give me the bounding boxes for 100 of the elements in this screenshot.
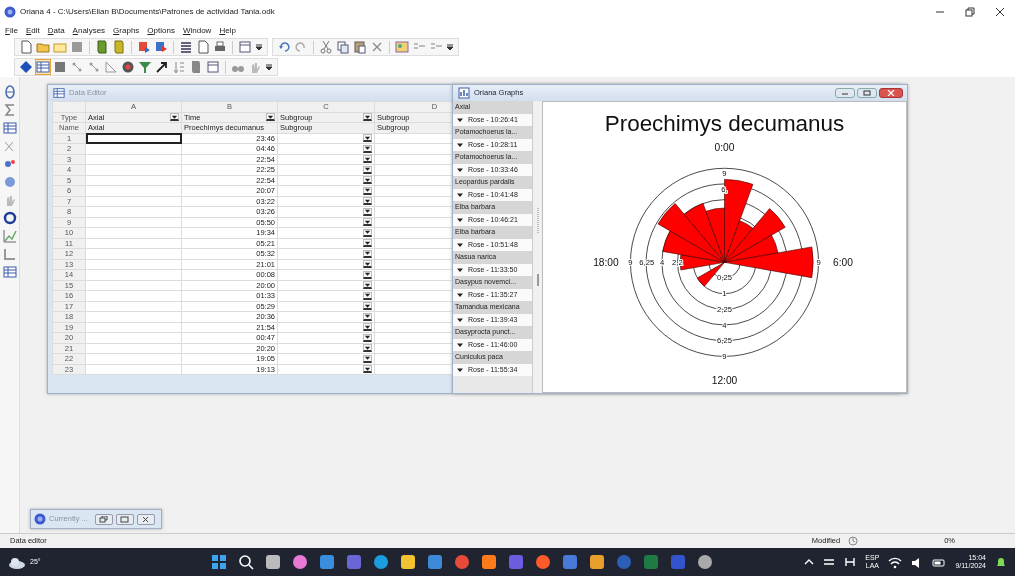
window-icon[interactable] [206,60,220,74]
round-app-icon[interactable] [534,554,551,570]
square-icon[interactable] [70,40,84,54]
maximize-icon [120,515,130,523]
import-icon[interactable] [137,40,151,54]
caret-icon [456,266,464,273]
export-icon[interactable] [154,40,168,54]
minimize-button[interactable] [835,88,855,98]
chevron-up-icon[interactable] [804,558,815,566]
table-icon[interactable] [2,121,17,135]
app-icon[interactable] [588,554,605,570]
axes-icon[interactable] [2,247,17,261]
round-app-icon[interactable] [453,554,470,570]
dropdown-button[interactable] [363,312,372,321]
dropdown-button[interactable] [363,134,372,143]
overflow-icon[interactable] [255,43,263,51]
menu-item[interactable]: Edit [25,24,40,37]
scatter-icon[interactable] [70,60,84,74]
filter-icon[interactable] [138,60,152,74]
dropdown-button[interactable] [266,113,275,122]
scrollbar-thumb[interactable] [536,274,539,286]
dropdown-button[interactable] [363,281,372,290]
book-icon[interactable] [112,40,126,54]
close-button[interactable] [879,88,903,98]
cut-icon[interactable] [319,40,333,54]
windows-logo-icon[interactable] [210,554,227,570]
dropdown-button[interactable] [363,302,372,311]
close-icon [995,7,1005,17]
menu-item[interactable]: File [5,24,18,37]
open-folder-icon[interactable] [36,40,50,54]
close-button[interactable] [136,513,155,525]
diamond-icon[interactable] [19,60,33,74]
dropdown-button[interactable] [363,228,372,237]
dropdown-button[interactable] [363,260,372,269]
square-icon[interactable] [53,60,67,74]
notification-icon[interactable] [995,556,1007,568]
overflow-icon[interactable] [265,63,273,71]
dropdown-button[interactable] [363,323,372,332]
search-icon[interactable] [237,554,254,570]
new-file-icon[interactable] [19,40,33,54]
menu-item[interactable]: Graphs [113,24,140,37]
table-icon[interactable] [36,60,50,74]
undo-icon[interactable] [277,40,291,54]
dropdown-button[interactable] [363,207,372,216]
overflow-icon[interactable] [446,43,454,51]
restore-button[interactable] [857,88,877,98]
dropdown-button[interactable] [363,354,372,363]
round-app-icon[interactable] [696,554,713,570]
dropdown-button[interactable] [363,291,372,300]
dropdown-button[interactable] [363,144,372,153]
document-icon[interactable] [196,40,210,54]
menu-item[interactable]: Window [182,24,212,37]
table-icon[interactable] [2,265,17,279]
arrow-icon[interactable] [155,60,169,74]
paste-icon[interactable] [353,40,367,54]
menu-item[interactable]: Help [219,24,236,37]
theta-icon[interactable] [2,85,17,99]
splitter-handle[interactable] [535,208,540,234]
app-icon[interactable] [399,554,416,570]
image-icon[interactable] [395,40,409,54]
menu-item[interactable]: Data [47,24,65,37]
book-icon[interactable] [95,40,109,54]
wifi-icon[interactable] [888,555,903,569]
copy-icon[interactable] [336,40,350,54]
dropdown-button[interactable] [363,344,372,353]
print-icon[interactable] [213,40,227,54]
dropdown-button[interactable] [363,197,372,206]
caret-icon [456,191,464,198]
app-icon[interactable] [480,554,497,570]
app-icon[interactable] [264,554,281,570]
app-icon[interactable] [561,554,578,570]
menu-item[interactable]: Analyses [72,24,106,37]
app-icon[interactable] [318,554,335,570]
dropdown-button[interactable] [363,249,372,258]
dropdown-button[interactable] [363,165,372,174]
circle-icon[interactable] [2,175,17,189]
cell-cursor[interactable] [85,133,182,144]
dropdown-button[interactable] [363,333,372,342]
restore-icon [965,7,975,17]
app-icon[interactable] [426,554,443,570]
dropdown-button[interactable] [363,113,372,122]
delete-icon[interactable] [370,40,384,54]
dropdown-button[interactable] [363,365,372,374]
list-icon[interactable] [179,40,193,54]
ring-icon[interactable] [2,211,17,225]
dropdown-button[interactable] [170,113,179,122]
dropdown-button[interactable] [363,239,372,248]
window-icon[interactable] [238,40,252,54]
book-icon[interactable] [189,60,203,74]
sigma-icon[interactable] [2,103,17,117]
dropdown-button[interactable] [363,186,372,195]
round-app-icon[interactable] [372,554,389,570]
restore-button[interactable] [94,513,113,525]
dropdown-button[interactable] [363,218,372,227]
dropdown-button[interactable] [363,270,372,279]
dropdown-button[interactable] [363,176,372,185]
ball-icon[interactable] [121,60,135,74]
round-app-icon[interactable] [291,554,308,570]
dropdown-button[interactable] [363,155,372,164]
menu-item[interactable]: Options [147,24,175,37]
